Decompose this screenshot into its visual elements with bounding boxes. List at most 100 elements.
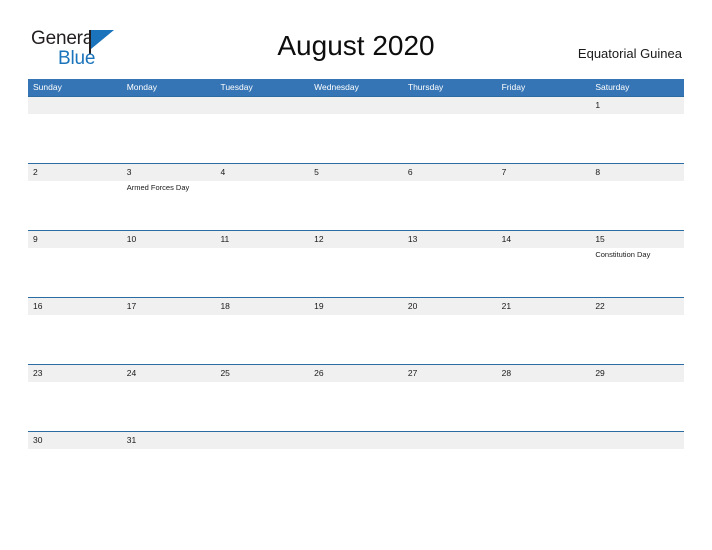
day-cell[interactable]: 13: [403, 231, 497, 297]
day-number: [220, 432, 309, 449]
calendar-grid: Sunday Monday Tuesday Wednesday Thursday…: [28, 79, 684, 498]
day-number: 1: [595, 100, 601, 110]
day-number: 20: [407, 301, 418, 311]
day-cell[interactable]: 3 Armed Forces Day: [122, 164, 216, 230]
day-cell[interactable]: 15 Constitution Day: [590, 231, 684, 297]
day-number: 26: [314, 368, 324, 378]
day-cell[interactable]: 26: [309, 365, 403, 431]
day-number: [33, 97, 122, 114]
day-number: 19: [314, 301, 324, 311]
day-cell[interactable]: 21: [497, 298, 591, 364]
day-cell[interactable]: [590, 432, 684, 498]
weekday-header-saturday: Saturday: [595, 82, 630, 92]
day-cell[interactable]: 27: [403, 365, 497, 431]
day-cell[interactable]: 11: [215, 231, 309, 297]
day-number: 17: [126, 301, 137, 311]
day-cell[interactable]: 31: [122, 432, 216, 498]
day-cell[interactable]: 17: [122, 298, 216, 364]
day-cell[interactable]: 24: [122, 365, 216, 431]
day-cell[interactable]: 25: [215, 365, 309, 431]
day-number: 9: [33, 234, 38, 244]
day-cell[interactable]: [215, 432, 309, 498]
day-number: 15: [595, 234, 605, 244]
weekday-header-tuesday: Tuesday: [220, 82, 253, 92]
day-cell[interactable]: [28, 97, 122, 163]
day-cell[interactable]: 6: [403, 164, 497, 230]
day-cell[interactable]: 10: [122, 231, 216, 297]
day-number: [127, 97, 216, 114]
day-cell[interactable]: 23: [28, 365, 122, 431]
day-number: 2: [33, 167, 38, 177]
day-number: 22: [595, 301, 605, 311]
day-number: 25: [220, 368, 230, 378]
day-number: 11: [220, 234, 230, 244]
weekday-header-row: Sunday Monday Tuesday Wednesday Thursday…: [28, 79, 684, 96]
day-number: 5: [314, 167, 319, 177]
calendar-week-row: 2 3 Armed Forces Day 4 5 6 7 8: [28, 163, 684, 230]
weekday-header-friday: Friday: [501, 82, 526, 92]
calendar-page: General Blue August 2020 Equatorial Guin…: [0, 0, 712, 550]
day-number: 29: [595, 368, 605, 378]
day-number: 24: [126, 368, 137, 378]
day-cell[interactable]: 8: [590, 164, 684, 230]
day-cell[interactable]: 9: [28, 231, 122, 297]
day-number: 27: [407, 368, 418, 378]
day-number: 16: [33, 301, 43, 311]
day-cell[interactable]: 7: [497, 164, 591, 230]
day-cell[interactable]: 5: [309, 164, 403, 230]
day-number: [314, 432, 403, 449]
day-cell[interactable]: 18: [215, 298, 309, 364]
country-label: Equatorial Guinea: [577, 46, 682, 61]
day-number: [502, 432, 591, 449]
day-cell[interactable]: [403, 432, 497, 498]
day-cell[interactable]: 4: [215, 164, 309, 230]
day-cell[interactable]: 19: [309, 298, 403, 364]
day-cell[interactable]: 16: [28, 298, 122, 364]
day-number: 4: [220, 167, 226, 177]
page-header: General Blue August 2020 Equatorial Guin…: [0, 0, 712, 78]
weekday-header-sunday: Sunday: [33, 82, 62, 92]
calendar-week-row: 9 10 11 12 13 14 15 Constitution Day: [28, 230, 684, 297]
day-number: 12: [314, 234, 324, 244]
day-number: 13: [407, 234, 418, 244]
day-cell[interactable]: 14: [497, 231, 591, 297]
day-number: 21: [501, 301, 512, 311]
day-number: 6: [407, 167, 413, 177]
day-number: [408, 432, 497, 449]
day-cell[interactable]: [497, 97, 591, 163]
day-number: [314, 97, 403, 114]
day-cell[interactable]: [122, 97, 216, 163]
calendar-week-row: 23 24 25 26 27 28 29: [28, 364, 684, 431]
day-number: [220, 97, 309, 114]
day-number: 30: [33, 435, 43, 445]
calendar-week-row: 30 31: [28, 431, 684, 498]
day-cell[interactable]: [309, 432, 403, 498]
calendar-week-row: 16 17 18 19 20 21 22: [28, 297, 684, 364]
day-cell[interactable]: 20: [403, 298, 497, 364]
day-cell[interactable]: 12: [309, 231, 403, 297]
weekday-header-monday: Monday: [126, 82, 157, 92]
day-number: 14: [501, 234, 512, 244]
day-cell[interactable]: [309, 97, 403, 163]
day-cell[interactable]: 22: [590, 298, 684, 364]
day-cell[interactable]: [215, 97, 309, 163]
day-number: 8: [595, 167, 601, 177]
weekday-header-wednesday: Wednesday: [314, 82, 359, 92]
day-cell[interactable]: 29: [590, 365, 684, 431]
day-number: 18: [220, 301, 230, 311]
day-number: 7: [501, 167, 507, 177]
day-cell[interactable]: 1: [590, 97, 684, 163]
day-cell[interactable]: 30: [28, 432, 122, 498]
day-cell[interactable]: [403, 97, 497, 163]
day-number: 23: [33, 368, 43, 378]
day-number: 28: [501, 368, 512, 378]
day-number: 3: [126, 167, 132, 177]
day-cell[interactable]: [497, 432, 591, 498]
day-number: [502, 97, 591, 114]
day-event: Constitution Day: [595, 250, 651, 259]
day-number: [595, 432, 684, 449]
day-cell[interactable]: 2: [28, 164, 122, 230]
day-cell[interactable]: 28: [497, 365, 591, 431]
day-number: 31: [126, 435, 137, 445]
calendar-week-row: 1: [28, 96, 684, 163]
